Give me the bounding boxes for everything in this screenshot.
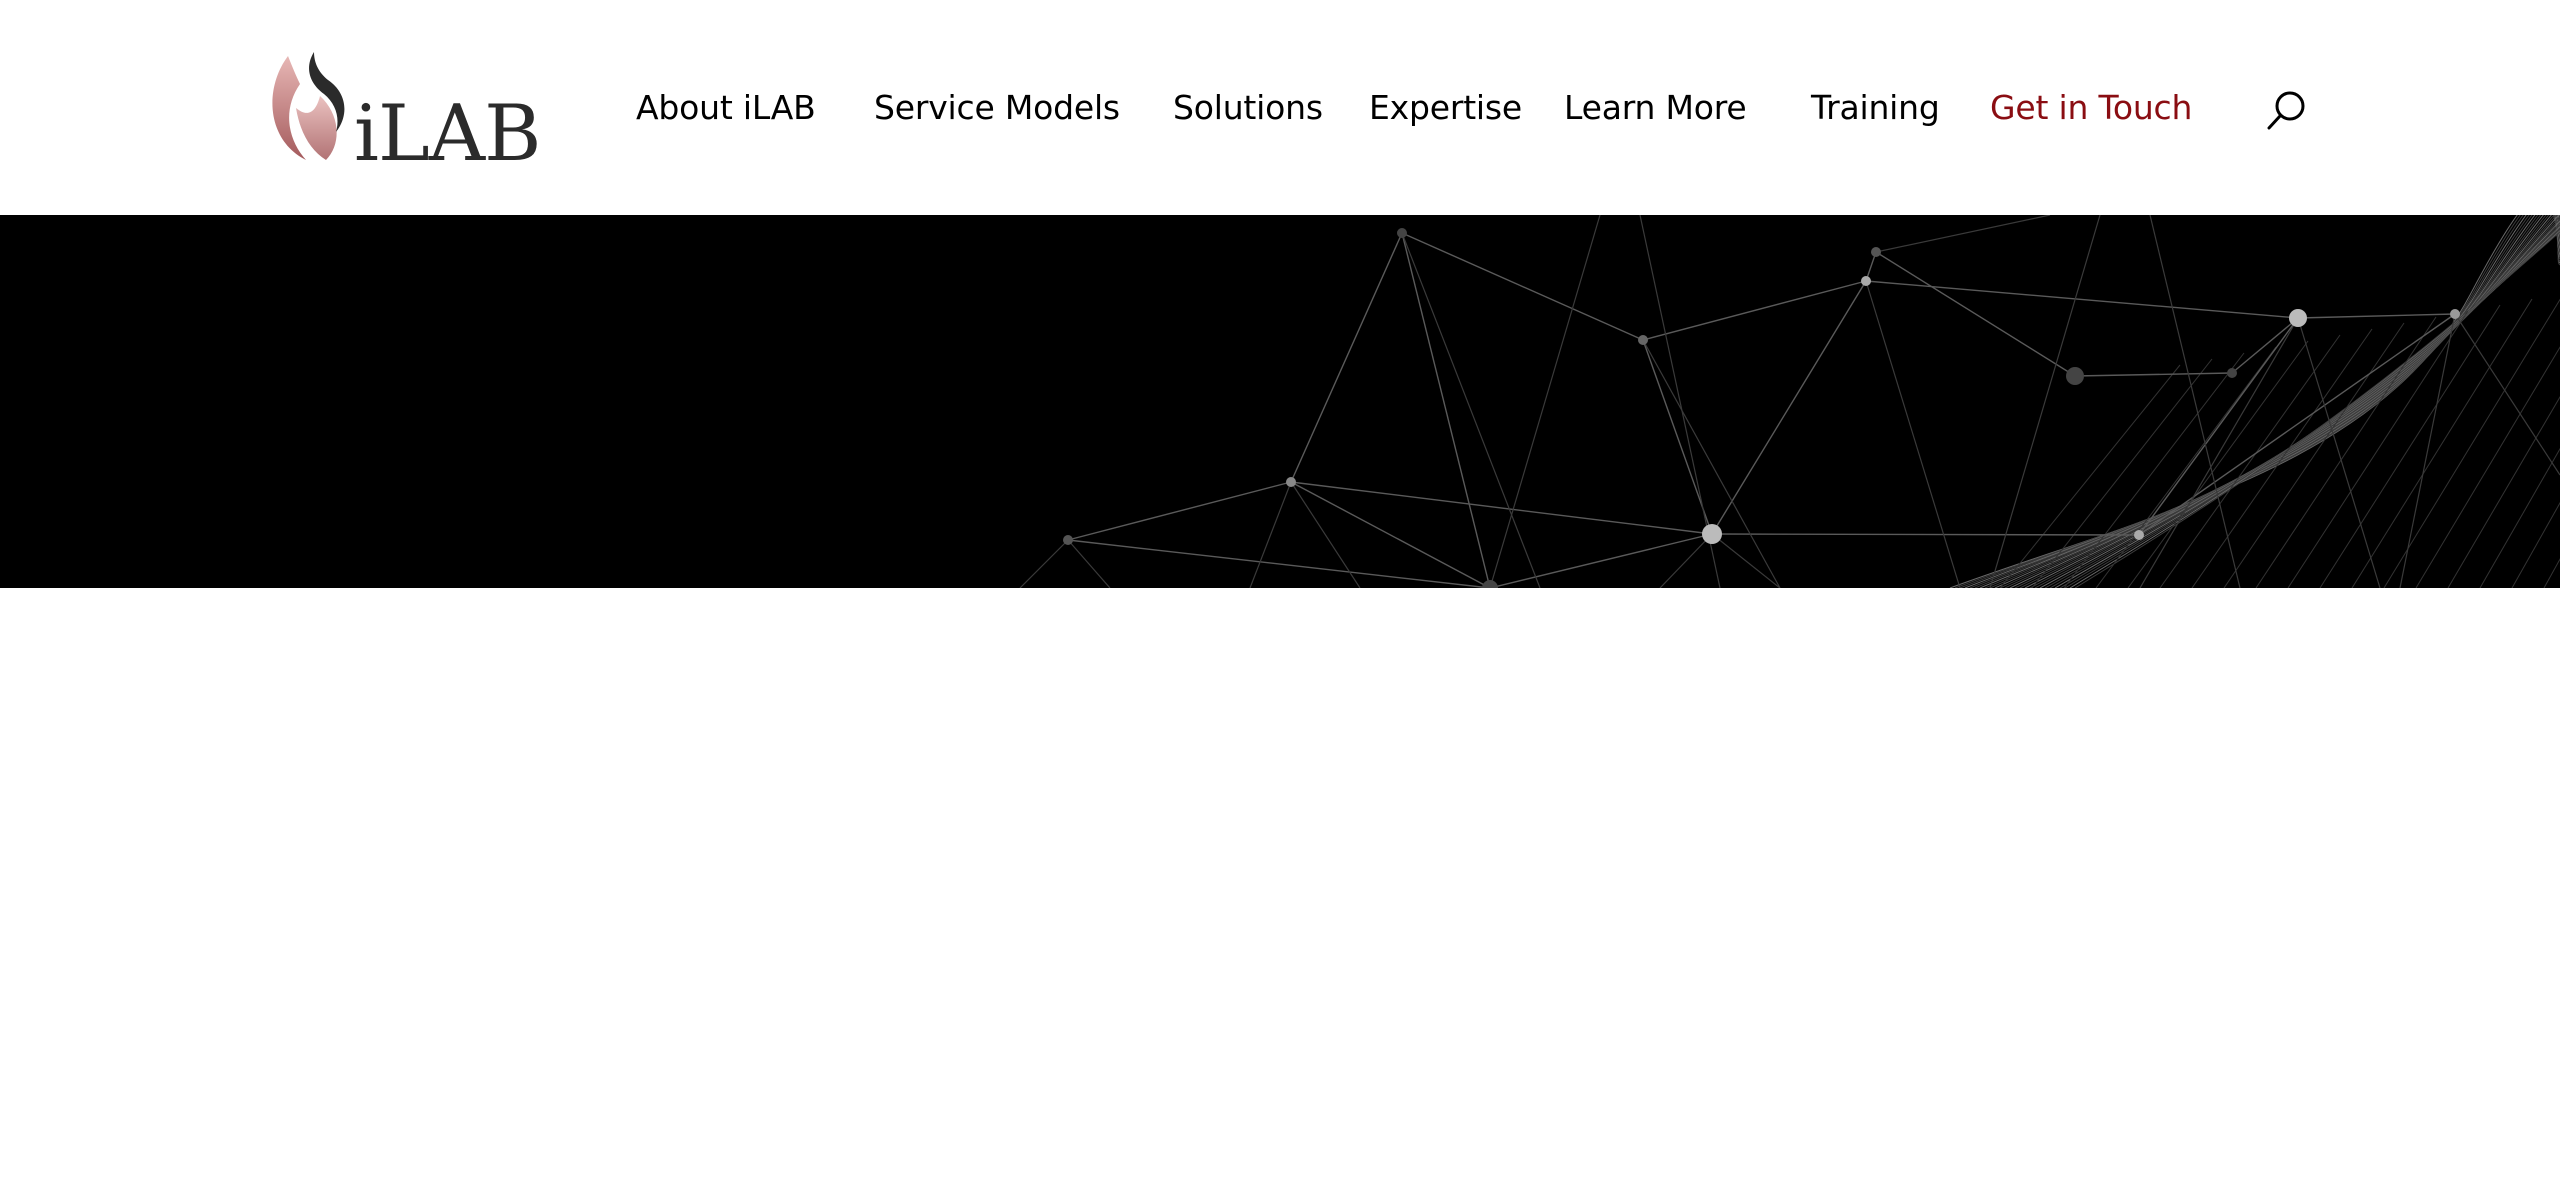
site-header: iLAB About iLAB Service Models Solutions…: [0, 0, 2560, 215]
network-node: [1286, 477, 1296, 487]
mesh-wave-line: [1974, 215, 2560, 588]
network-node: [1638, 335, 1648, 345]
ilab-logo: iLAB: [272, 52, 541, 168]
network-line: [2297, 317, 2381, 588]
mesh-wave-line: [1959, 215, 2560, 588]
network-line: [1489, 215, 1601, 588]
network-line: [2074, 372, 2233, 377]
network-node: [2289, 309, 2307, 327]
mesh-wave-line: [2019, 215, 2560, 588]
network-line: [1290, 481, 1491, 588]
network-line: [1711, 533, 1781, 588]
hero-banner: [0, 215, 2560, 588]
network-line: [1067, 481, 1292, 541]
network-lines: [1019, 215, 2560, 588]
network-line: [1711, 280, 1867, 535]
nav-item-expertise[interactable]: Expertise: [1369, 86, 1522, 130]
network-node: [1702, 524, 1722, 544]
search-button[interactable]: [2264, 88, 2308, 132]
network-line: [1067, 539, 1111, 588]
mesh-wave-line: [1969, 215, 2560, 588]
site-logo[interactable]: iLAB: [270, 48, 542, 168]
nav-item-learn-more[interactable]: Learn More: [1564, 86, 1747, 130]
network-node: [2066, 367, 2084, 385]
network-line: [1019, 539, 1069, 588]
network-line: [1401, 232, 1644, 341]
mesh-wave-line: [2014, 215, 2560, 588]
network-line: [1659, 533, 1713, 588]
network-line: [2139, 317, 2299, 588]
mesh-wave-line: [2511, 501, 2560, 588]
network-line: [2231, 317, 2299, 374]
network-node: [2227, 368, 2237, 378]
network-node: [2134, 530, 2144, 540]
nav-item-about-ilab[interactable]: About iLAB: [636, 86, 816, 130]
network-node: [1397, 228, 1407, 238]
nav-item-solutions[interactable]: Solutions: [1173, 86, 1323, 130]
network-line: [1290, 232, 1403, 483]
mesh-wave-line: [1994, 215, 2560, 588]
network-line: [1401, 232, 1491, 588]
network-node: [2450, 309, 2460, 319]
network-line: [1290, 481, 1361, 588]
mesh-wave-line: [1984, 215, 2560, 588]
network-node: [1861, 276, 1871, 286]
network-line: [1875, 215, 2051, 253]
page-content: [0, 588, 2560, 1204]
network-line: [1401, 232, 1541, 588]
nav-item-service-models[interactable]: Service Models: [874, 86, 1120, 130]
network-line: [1642, 280, 1867, 341]
network-mesh-graphic: [1019, 215, 2560, 588]
mesh-wave-line: [2383, 298, 2560, 588]
network-line: [1711, 533, 2140, 536]
network-line: [1865, 280, 1961, 588]
network-node: [1482, 580, 1498, 588]
network-line: [1489, 533, 1713, 588]
search-icon: [2267, 91, 2305, 130]
nav-item-get-in-touch[interactable]: Get in Touch: [1990, 86, 2192, 130]
mesh-wave-line: [2479, 447, 2560, 588]
network-node: [1871, 247, 1881, 257]
nav-item-training[interactable]: Training: [1811, 86, 1940, 130]
mesh-wave: [1949, 215, 2560, 588]
network-line: [1249, 481, 1292, 588]
mesh-wave-line: [1979, 215, 2560, 588]
network-node: [1063, 535, 1073, 545]
network-line: [1067, 539, 1491, 588]
flame-icon: [272, 52, 345, 160]
logo-wordmark: iLAB: [354, 89, 540, 168]
mesh-wave-line: [2004, 215, 2560, 588]
network-line: [2138, 313, 2456, 536]
mesh-wave-line: [2009, 215, 2560, 588]
mesh-wave-line: [2415, 346, 2560, 588]
network-line: [2138, 317, 2299, 536]
network-line: [1875, 251, 2076, 377]
network-line: [2297, 313, 2456, 319]
